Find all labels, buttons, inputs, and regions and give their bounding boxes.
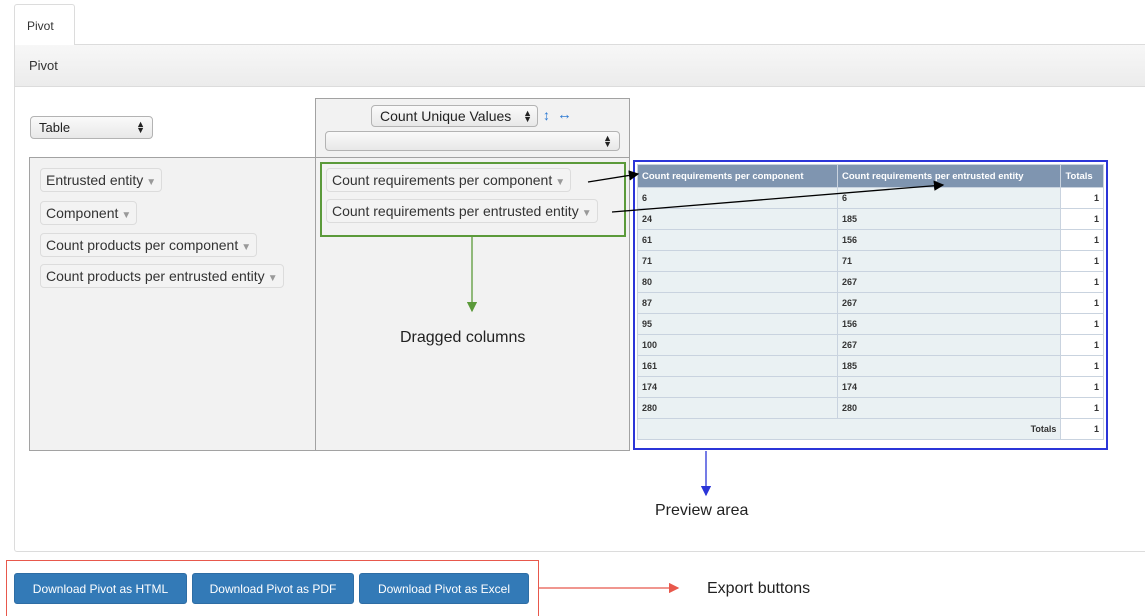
table-row: 71 71 1 — [637, 250, 1104, 272]
table-row: 161 185 1 — [637, 355, 1104, 377]
preview-area: Count requirements per component Count r… — [633, 160, 1108, 450]
sort-cols-icon[interactable]: ↔ — [557, 106, 572, 123]
table-row: 87 267 1 — [637, 292, 1104, 314]
attr-pill-count-products-per-component[interactable]: Count products per component ▼ — [40, 233, 258, 257]
table-cell: 1 — [1060, 271, 1104, 293]
dropdown-caret-icon[interactable]: ▼ — [582, 208, 592, 219]
attr-pill-label: Count requirements per entrusted entity — [332, 203, 579, 219]
sort-rows-icon[interactable]: ↕ — [543, 107, 550, 123]
attr-pill-label: Count products per component — [46, 237, 239, 253]
table-cell: 1 — [1060, 334, 1104, 356]
table-cell: 1 — [1060, 250, 1104, 272]
table-cell: 1 — [1060, 397, 1104, 419]
table-row: 95 156 1 — [637, 313, 1104, 335]
totals-label: Totals — [636, 418, 1062, 440]
table-cell: 185 — [836, 355, 1062, 377]
table-row: 61 156 1 — [637, 229, 1104, 251]
table-header: Count requirements per entrusted entity — [836, 164, 1062, 188]
table-cell: 95 — [637, 313, 838, 335]
select-arrows-icon: ▲ ▼ — [136, 119, 145, 135]
attr-pill-label: Component — [46, 205, 119, 221]
dropdown-caret-icon[interactable]: ▼ — [268, 273, 278, 284]
select-arrows-icon: ▲ ▼ — [523, 108, 532, 124]
table-row: 100 267 1 — [637, 334, 1104, 356]
table-cell: 280 — [637, 397, 838, 419]
table-row: 661 — [637, 187, 1104, 209]
table-cell: 87 — [637, 292, 838, 314]
table-cell: 1 — [1060, 292, 1104, 314]
download-html-button[interactable]: Download Pivot as HTML — [14, 573, 187, 604]
table-cell: 6 — [637, 187, 838, 209]
table-cell: 61 — [637, 229, 838, 251]
download-pdf-button[interactable]: Download Pivot as PDF — [192, 573, 354, 604]
table-cell: 185 — [836, 208, 1062, 230]
attr-pill-component[interactable]: Component ▼ — [40, 201, 138, 225]
table-cell: 80 — [637, 271, 838, 293]
table-cell: 1 — [1060, 313, 1104, 335]
dropdown-caret-icon[interactable]: ▼ — [241, 242, 251, 253]
table-header: Totals — [1060, 164, 1104, 188]
pivot-table: Count requirements per component Count r… — [636, 164, 1104, 440]
table-cell: 100 — [637, 334, 838, 356]
table-cell: 174 — [836, 376, 1062, 398]
attr-pill-count-products-per-entrusted-entity[interactable]: Count products per entrusted entity ▼ — [40, 264, 284, 288]
attr-pill-label: Count requirements per component — [332, 172, 553, 188]
renderer-select-value: Table — [39, 120, 71, 135]
table-cell: 267 — [836, 292, 1062, 314]
dropdown-caret-icon[interactable]: ▼ — [146, 177, 156, 188]
table-cell: 6 — [836, 187, 1062, 209]
table-header: Count requirements per component — [637, 164, 838, 188]
export-buttons-label: Export buttons — [707, 580, 811, 597]
table-cell: 174 — [637, 376, 838, 398]
table-cell: 71 — [637, 250, 838, 272]
table-cell: 1 — [1060, 229, 1104, 251]
table-cell: 156 — [836, 313, 1062, 335]
aggregator-select-value: Count Unique Values — [380, 108, 512, 124]
tab-pivot[interactable]: Pivot — [14, 4, 75, 45]
table-row: 280 280 1 — [637, 397, 1104, 419]
table-totals-row: Totals 1 — [636, 418, 1104, 440]
select-arrows-icon: ▲ ▼ — [603, 133, 612, 149]
aggregator-select[interactable]: Count Unique Values ▲ ▼ — [371, 105, 538, 127]
table-cell: 156 — [836, 229, 1062, 251]
download-excel-button[interactable]: Download Pivot as Excel — [359, 573, 529, 604]
table-cell: 1 — [1060, 187, 1104, 209]
table-cell: 1 — [1060, 355, 1104, 377]
preview-area-label: Preview area — [655, 502, 749, 519]
table-cell: 280 — [836, 397, 1062, 419]
table-cell: 267 — [836, 334, 1062, 356]
table-cell: 267 — [836, 271, 1062, 293]
table-cell: 71 — [836, 250, 1062, 272]
table-header-row: Count requirements per component Count r… — [637, 164, 1104, 188]
dropdown-caret-icon[interactable]: ▼ — [121, 210, 131, 221]
table-cell: 161 — [637, 355, 838, 377]
totals-value: 1 — [1060, 418, 1104, 440]
aggregator-attribute-select[interactable]: ▲ ▼ — [325, 131, 620, 151]
table-row: 24 185 1 — [637, 208, 1104, 230]
dropdown-caret-icon[interactable]: ▼ — [555, 177, 565, 188]
renderer-select[interactable]: Table ▲ ▼ — [30, 116, 153, 139]
table-cell: 1 — [1060, 376, 1104, 398]
attr-pill-entrusted-entity[interactable]: Entrusted entity ▼ — [40, 168, 163, 192]
panel-title: Pivot — [15, 45, 1145, 87]
table-cell: 1 — [1060, 208, 1104, 230]
row-attr-pill-count-requirements-per-component[interactable]: Count requirements per component ▼ — [326, 168, 572, 192]
table-row: 80 267 1 — [637, 271, 1104, 293]
table-row: 174 174 1 — [637, 376, 1104, 398]
attr-pill-label: Entrusted entity — [46, 172, 144, 188]
row-attr-pill-count-requirements-per-entrusted-entity[interactable]: Count requirements per entrusted entity ▼ — [326, 199, 598, 223]
dragged-columns-label: Dragged columns — [400, 329, 526, 346]
attr-pill-label: Count products per entrusted entity — [46, 268, 265, 284]
table-cell: 24 — [637, 208, 838, 230]
